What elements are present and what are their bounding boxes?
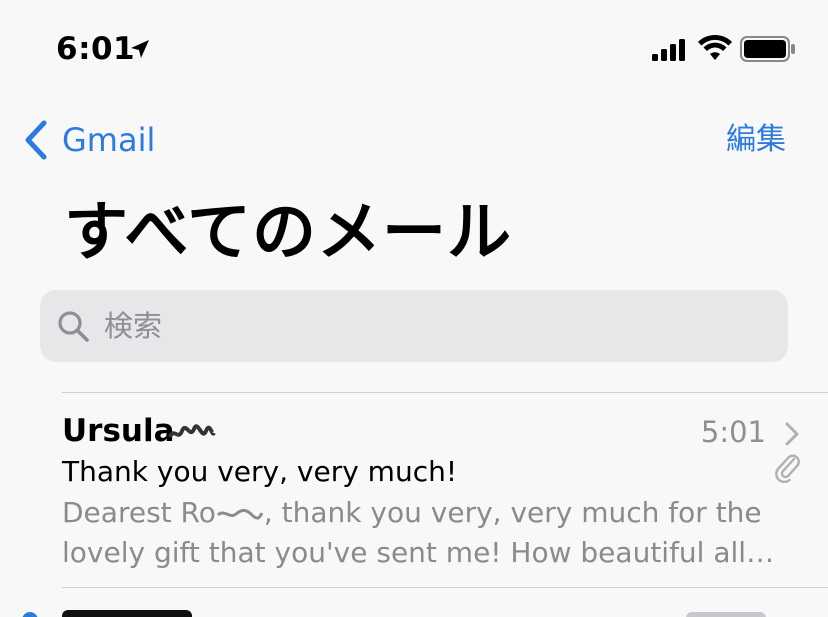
chevron-left-icon	[25, 120, 47, 160]
edit-button[interactable]: 編集	[726, 118, 786, 162]
mail-time-cropped	[686, 612, 766, 617]
status-time: 6:01	[56, 31, 136, 67]
paperclip-icon	[775, 454, 800, 483]
mail-sender-cropped	[62, 610, 192, 617]
mail-sender: Ursula	[62, 413, 175, 449]
unread-dot-icon	[22, 612, 38, 617]
page-title: すべてのメール	[64, 196, 512, 270]
wifi-icon	[698, 34, 732, 60]
search-bar[interactable]	[40, 290, 788, 362]
mail-preview: Dearest Ro , thank you very, very much fo…	[62, 493, 782, 573]
mail-preview-line-2: lovely gift that you've sent me! How bea…	[62, 536, 782, 569]
mail-time: 5:01	[700, 415, 766, 449]
mail-list-screen: 6:01 Gmail 編集 すべてのメール 検索 Ursula 5:01 Tha…	[0, 0, 828, 617]
mail-preview-end: , thank you very, very much for the	[263, 496, 762, 529]
back-button[interactable]: Gmail	[22, 118, 155, 162]
chevron-right-icon	[785, 422, 799, 446]
mail-list-item-partial[interactable]	[0, 600, 828, 617]
cellular-signal-icon	[652, 39, 685, 61]
list-row-divider	[62, 587, 828, 588]
search-input[interactable]	[102, 308, 746, 344]
redacted-name-mark	[168, 424, 216, 438]
battery-icon	[740, 36, 795, 62]
mail-subject: Thank you very, very much!	[62, 455, 458, 488]
mail-preview-line-1: Dearest Ro , thank you very, very much fo…	[62, 493, 782, 533]
mail-preview-start: Dearest Ro	[62, 496, 216, 529]
redacted-text-mark	[216, 508, 264, 520]
search-icon	[58, 311, 89, 342]
mail-list-item[interactable]: Ursula 5:01 Thank you very, very much! D…	[0, 393, 828, 587]
back-label: Gmail	[62, 121, 156, 159]
status-bar: 6:01	[0, 0, 828, 96]
location-arrow-icon	[131, 40, 149, 58]
